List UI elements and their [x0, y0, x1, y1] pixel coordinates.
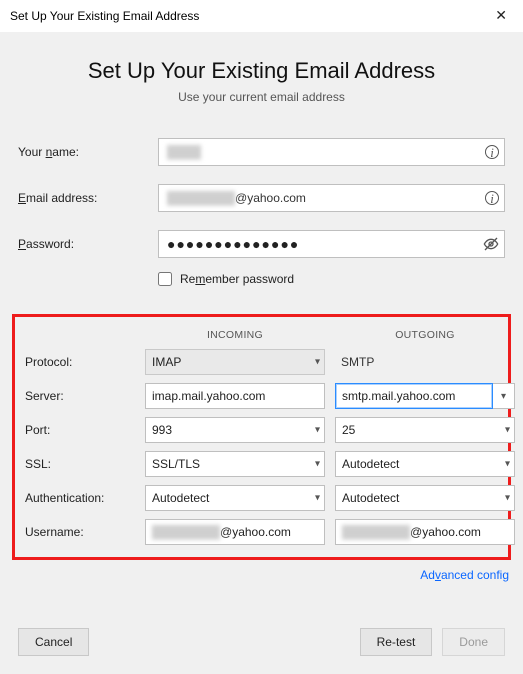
eye-off-icon[interactable] — [483, 236, 499, 252]
chevron-down-icon: ▾ — [315, 493, 320, 504]
dialog-window: Set Up Your Existing Email Address ✕ Set… — [0, 0, 523, 674]
chevron-down-icon: ▾ — [315, 425, 320, 436]
label-auth: Authentication: — [25, 491, 135, 505]
ssl-outgoing-select[interactable]: Autodetect▾ — [335, 451, 515, 477]
port-outgoing-select[interactable]: 25▾ — [335, 417, 515, 443]
auth-outgoing-select[interactable]: Autodetect▾ — [335, 485, 515, 511]
protocol-incoming-select[interactable]: IMAP▾ — [145, 349, 325, 375]
row-email: Email address: ████████@yahoo.com i — [18, 184, 505, 212]
label-server: Server: — [25, 389, 135, 403]
remember-label: Remember password — [180, 272, 294, 286]
label-password: Password: — [18, 237, 158, 251]
info-icon[interactable]: i — [485, 145, 499, 159]
footer-right: Re-test Done — [360, 628, 505, 656]
email-input[interactable]: ████████@yahoo.com — [158, 184, 505, 212]
close-icon[interactable]: ✕ — [487, 3, 515, 28]
auth-incoming-select[interactable]: Autodetect▾ — [145, 485, 325, 511]
titlebar: Set Up Your Existing Email Address ✕ — [0, 0, 523, 32]
server-settings-box: INCOMING OUTGOING Protocol: IMAP▾ SMTP S… — [12, 314, 511, 560]
user-incoming-input[interactable]: ████████@yahoo.com — [145, 519, 325, 545]
header-outgoing: OUTGOING — [335, 329, 515, 341]
password-input-wrap: ●●●●●●●●●●●●●● — [158, 230, 505, 258]
done-button[interactable]: Done — [442, 628, 505, 656]
label-protocol: Protocol: — [25, 355, 135, 369]
content-area: Set Up Your Existing Email Address Use y… — [0, 32, 523, 674]
footer: Cancel Re-test Done — [18, 628, 505, 656]
server-outgoing-input[interactable]: smtp.mail.yahoo.com — [335, 383, 493, 409]
label-port: Port: — [25, 423, 135, 437]
remember-password-row: Remember password — [158, 272, 505, 286]
chevron-down-icon: ▾ — [315, 459, 320, 470]
email-input-wrap: ████████@yahoo.com i — [158, 184, 505, 212]
server-grid: INCOMING OUTGOING Protocol: IMAP▾ SMTP S… — [25, 329, 498, 545]
name-input-wrap: ████ i — [158, 138, 505, 166]
row-password: Password: ●●●●●●●●●●●●●● — [18, 230, 505, 258]
cancel-button[interactable]: Cancel — [18, 628, 89, 656]
titlebar-title: Set Up Your Existing Email Address — [10, 9, 199, 23]
chevron-down-icon: ▾ — [505, 493, 510, 504]
protocol-outgoing-value: SMTP — [335, 355, 515, 369]
label-username: Username: — [25, 525, 135, 539]
chevron-down-icon: ▾ — [505, 459, 510, 470]
server-outgoing-dropdown[interactable]: ▾ — [493, 383, 515, 409]
ssl-incoming-select[interactable]: SSL/TLS▾ — [145, 451, 325, 477]
chevron-down-icon: ▾ — [315, 357, 320, 368]
retest-button[interactable]: Re-test — [360, 628, 433, 656]
row-your-name: Your name: ████ i — [18, 138, 505, 166]
remember-checkbox[interactable] — [158, 272, 172, 286]
advanced-config-row: Advanced config — [18, 568, 509, 582]
server-incoming-input[interactable]: imap.mail.yahoo.com — [145, 383, 325, 409]
info-icon[interactable]: i — [485, 191, 499, 205]
label-your-name: Your name: — [18, 145, 158, 159]
server-outgoing-wrap: smtp.mail.yahoo.com ▾ — [335, 383, 515, 409]
user-outgoing-input[interactable]: ████████@yahoo.com — [335, 519, 515, 545]
name-input[interactable]: ████ — [158, 138, 505, 166]
label-email: Email address: — [18, 191, 158, 205]
password-input[interactable]: ●●●●●●●●●●●●●● — [158, 230, 505, 258]
header-incoming: INCOMING — [145, 329, 325, 341]
page-subtitle: Use your current email address — [18, 90, 505, 104]
chevron-down-icon: ▾ — [505, 425, 510, 436]
advanced-config-link[interactable]: Advanced config — [420, 568, 509, 582]
port-incoming-select[interactable]: 993▾ — [145, 417, 325, 443]
page-title: Set Up Your Existing Email Address — [18, 58, 505, 84]
label-ssl: SSL: — [25, 457, 135, 471]
